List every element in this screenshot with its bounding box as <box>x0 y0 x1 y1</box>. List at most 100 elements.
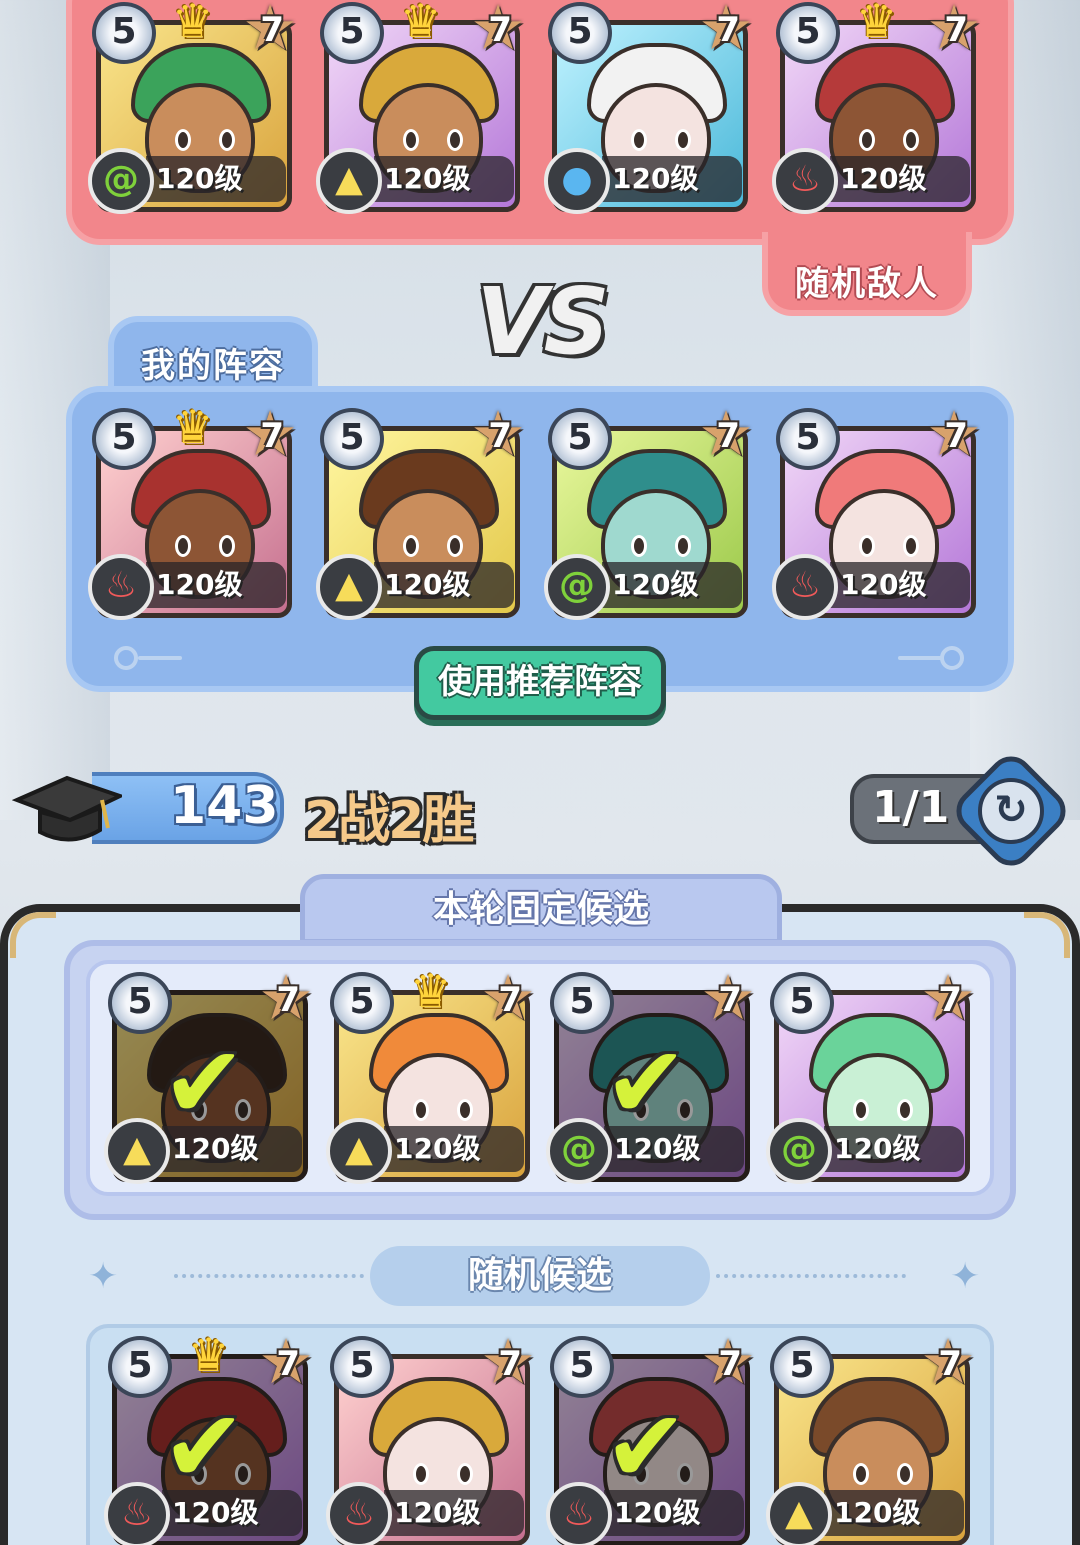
hero-level: 120级 <box>830 562 970 608</box>
hero-card[interactable]: 5 ★ 7 120级 ▲ ✔ <box>102 967 314 1184</box>
hero-eye <box>175 129 191 151</box>
star-count: 7 <box>944 416 968 456</box>
hero-card[interactable]: 5 ★ 7 120级 ▲ <box>314 403 526 620</box>
deco-line <box>898 656 942 660</box>
hero-card[interactable]: 5 ★ 7 120级 @ <box>764 967 976 1184</box>
hero-eye <box>859 129 875 151</box>
star-count: 7 <box>938 1344 962 1384</box>
hero-card[interactable]: 5 ♛ ★ 7 120级 ▲ <box>314 0 526 214</box>
star-count: 7 <box>260 10 284 50</box>
hero-level: 120级 <box>374 562 514 608</box>
nature-icon: @ <box>766 1118 832 1184</box>
hero-card[interactable]: 5 ★ 7 120级 ♨ <box>324 1331 536 1545</box>
nature-icon: @ <box>88 148 154 214</box>
my-team-tag: 我的阵容 <box>108 316 318 396</box>
hero-level: 120级 <box>384 1490 524 1536</box>
hero-level: 120级 <box>824 1490 964 1536</box>
star-count: 7 <box>488 10 512 50</box>
hero-level: 120级 <box>602 562 742 608</box>
use-recommended-team-button[interactable]: 使用推荐阵容 <box>414 646 666 720</box>
divider-line <box>174 1274 364 1278</box>
divider-line <box>716 1274 906 1278</box>
hero-eye <box>631 535 647 557</box>
hero-card[interactable]: 5 ★ 7 120级 ♨ ✔ <box>544 1331 756 1545</box>
hero-card[interactable]: 5 ♛ ★ 7 120级 @ <box>86 0 298 214</box>
hero-card[interactable]: 5 ♛ ★ 7 120级 ♨ <box>86 400 298 620</box>
hero-eye <box>675 129 691 151</box>
hero-eye <box>219 129 235 151</box>
hero-level: 120级 <box>824 1126 964 1172</box>
check-icon: ✔ <box>162 1024 246 1141</box>
hero-card[interactable]: 5 ♛ ★ 7 120级 ▲ <box>324 964 536 1184</box>
hero-card[interactable]: 5 ★ 7 120级 @ ✔ <box>544 967 756 1184</box>
deco-circle <box>114 646 138 670</box>
hero-card[interactable]: 5 ♛ ★ 7 120级 ♨ <box>770 0 982 214</box>
star-count: 7 <box>716 10 740 50</box>
earth-icon: ▲ <box>326 1118 392 1184</box>
crown-icon: ♛ <box>172 400 214 454</box>
hero-eye <box>853 1099 869 1121</box>
hero-eye <box>403 129 419 151</box>
earth-icon: ▲ <box>766 1482 832 1545</box>
hero-eye <box>897 1463 913 1485</box>
hero-level: 120级 <box>374 156 514 202</box>
rank-badge: 5 <box>548 408 612 470</box>
deco-line <box>138 656 182 660</box>
hero-eye <box>631 129 647 151</box>
rank-badge: 5 <box>770 972 834 1034</box>
enemy-tag: 随机敌人 <box>762 232 972 316</box>
rank-badge: 5 <box>92 2 156 64</box>
hero-eye <box>457 1463 473 1485</box>
nature-icon: @ <box>544 554 610 620</box>
hero-card[interactable]: 5 ★ 7 120级 ● <box>542 0 754 214</box>
hero-card[interactable]: 5 ★ 7 120级 ▲ <box>764 1331 976 1545</box>
hero-eye <box>457 1099 473 1121</box>
hero-eye <box>413 1463 429 1485</box>
vs-label: VS <box>476 268 609 375</box>
hero-level: 120级 <box>602 156 742 202</box>
sparkle-icon: ✦ <box>88 1256 119 1297</box>
star-count: 7 <box>260 416 284 456</box>
deco-circle <box>940 646 964 670</box>
check-icon: ✔ <box>604 1024 688 1141</box>
rank-badge: 5 <box>330 1336 394 1398</box>
star-count: 7 <box>276 1344 300 1384</box>
hero-eye <box>447 129 463 151</box>
star-count: 7 <box>498 1344 522 1384</box>
rank-badge: 5 <box>776 408 840 470</box>
refresh-icon[interactable]: ↻ <box>978 778 1044 844</box>
hero-card[interactable]: 5 ★ 7 120级 ♨ <box>770 403 982 620</box>
crown-icon: ♛ <box>400 0 442 48</box>
rank-badge: 5 <box>330 972 394 1034</box>
hero-level: 120级 <box>830 156 970 202</box>
rank-badge: 5 <box>320 408 384 470</box>
hero-card[interactable]: 5 ★ 7 120级 @ <box>542 403 754 620</box>
fire-icon: ♨ <box>88 554 154 620</box>
star-count: 7 <box>718 1344 742 1384</box>
sparkle-icon: ✦ <box>950 1256 981 1297</box>
rank-badge: 5 <box>776 2 840 64</box>
hero-eye <box>897 1099 913 1121</box>
hero-eye <box>859 535 875 557</box>
random-candidates-title: 随机候选 <box>370 1246 710 1306</box>
star-count: 7 <box>944 10 968 50</box>
fixed-candidates-title: 本轮固定候选 <box>300 874 782 944</box>
star-count: 7 <box>716 416 740 456</box>
hero-eye <box>853 1463 869 1485</box>
earth-icon: ▲ <box>316 554 382 620</box>
hero-eye <box>447 535 463 557</box>
fire-icon: ♨ <box>546 1482 612 1545</box>
crown-icon: ♛ <box>172 0 214 48</box>
hero-level: 120级 <box>146 156 286 202</box>
star-count: 7 <box>938 980 962 1020</box>
battle-record: 2战2胜 <box>304 791 474 851</box>
earth-icon: ▲ <box>104 1118 170 1184</box>
fire-icon: ♨ <box>772 554 838 620</box>
hero-eye <box>903 535 919 557</box>
nature-icon: @ <box>546 1118 612 1184</box>
check-icon: ✔ <box>162 1388 246 1505</box>
hero-card[interactable]: 5 ♛ ★ 7 120级 ♨ ✔ <box>102 1328 314 1545</box>
star-count: 7 <box>276 980 300 1020</box>
rank-badge: 5 <box>548 2 612 64</box>
hero-eye <box>175 535 191 557</box>
